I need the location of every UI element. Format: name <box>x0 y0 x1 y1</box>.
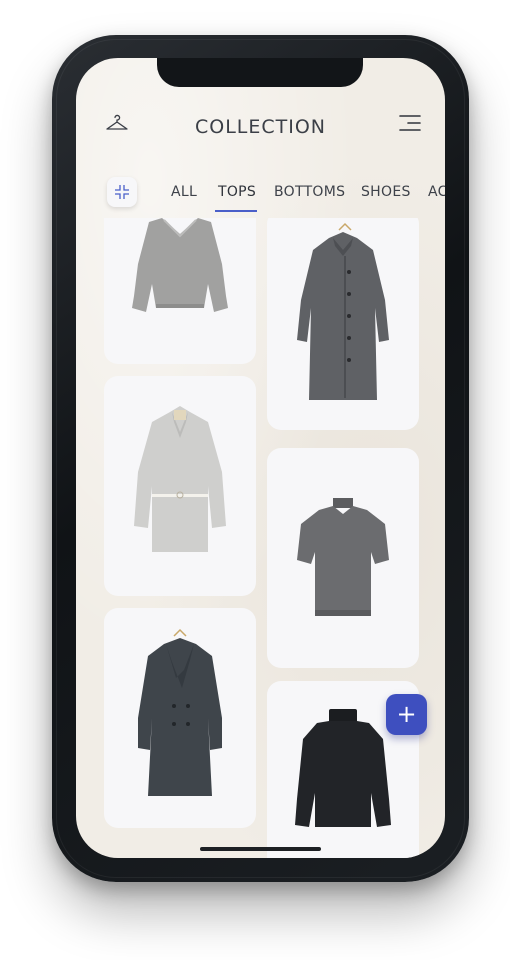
device-notch <box>157 58 363 87</box>
home-indicator <box>200 847 321 851</box>
item-card[interactable] <box>267 448 419 668</box>
light-grey-belted-coat-image <box>134 406 226 552</box>
app-screen: COLLECTION ALL TOPS BOTTOMS SHOES AC + <box>76 58 445 858</box>
grey-tweed-coat-image <box>297 222 389 400</box>
item-card[interactable] <box>104 376 256 596</box>
item-card[interactable] <box>267 218 419 430</box>
item-card[interactable] <box>104 218 256 364</box>
phone-frame: COLLECTION ALL TOPS BOTTOMS SHOES AC + <box>52 35 469 882</box>
items-grid <box>76 218 445 858</box>
collapse-icon <box>115 185 129 199</box>
tab-all[interactable]: ALL <box>171 184 197 200</box>
tab-accessories[interactable]: AC <box>428 184 445 200</box>
tab-shoes[interactable]: SHOES <box>361 184 411 200</box>
collapse-button[interactable] <box>107 177 137 207</box>
menu-icon[interactable] <box>397 114 421 132</box>
grey-short-sleeve-knit-image <box>297 498 389 616</box>
item-card[interactable] <box>104 608 256 828</box>
page-title: COLLECTION <box>194 116 327 138</box>
grey-sweater-image <box>132 218 228 312</box>
tab-tops[interactable]: TOPS <box>218 184 256 200</box>
app-header: COLLECTION <box>76 108 445 148</box>
tab-bottoms[interactable]: BOTTOMS <box>274 184 345 200</box>
category-tabs: ALL TOPS BOTTOMS SHOES AC <box>76 176 445 212</box>
dark-grey-coat-image <box>138 628 222 796</box>
add-item-button[interactable]: + <box>386 694 427 735</box>
active-tab-indicator <box>215 210 257 212</box>
